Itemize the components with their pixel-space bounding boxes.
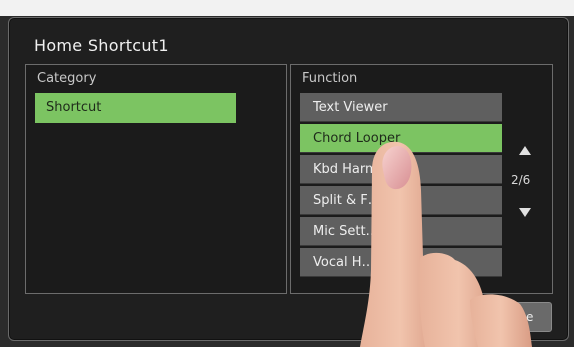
- function-item-chord-looper[interactable]: Chord Looper: [300, 124, 502, 153]
- category-label: Category: [37, 71, 97, 86]
- function-item-mic-setting[interactable]: Mic Sett…: [300, 217, 502, 246]
- function-item-split-fingering[interactable]: Split & F…ing: [300, 186, 502, 215]
- function-item-vocal-harmony[interactable]: Vocal H…: [300, 248, 502, 277]
- function-item-kbd-harm-arp[interactable]: Kbd Harm…Arp: [300, 155, 502, 184]
- category-panel: Category Shortcut: [25, 64, 287, 294]
- page-down-icon[interactable]: [519, 208, 531, 217]
- page-up-icon[interactable]: [519, 146, 531, 155]
- function-item-text-viewer[interactable]: Text Viewer: [300, 93, 502, 122]
- category-item-shortcut[interactable]: Shortcut: [35, 93, 236, 123]
- top-strip: [0, 0, 574, 17]
- dialog-title: Home Shortcut1: [34, 36, 169, 55]
- close-button[interactable]: Close: [482, 302, 552, 332]
- page-indicator: 2/6: [511, 173, 531, 187]
- function-label: Function: [302, 71, 358, 86]
- home-shortcut-dialog: Home Shortcut1 Category Shortcut Functio…: [8, 17, 569, 341]
- function-panel: Function Text Viewer Chord Looper Kbd Ha…: [290, 64, 553, 294]
